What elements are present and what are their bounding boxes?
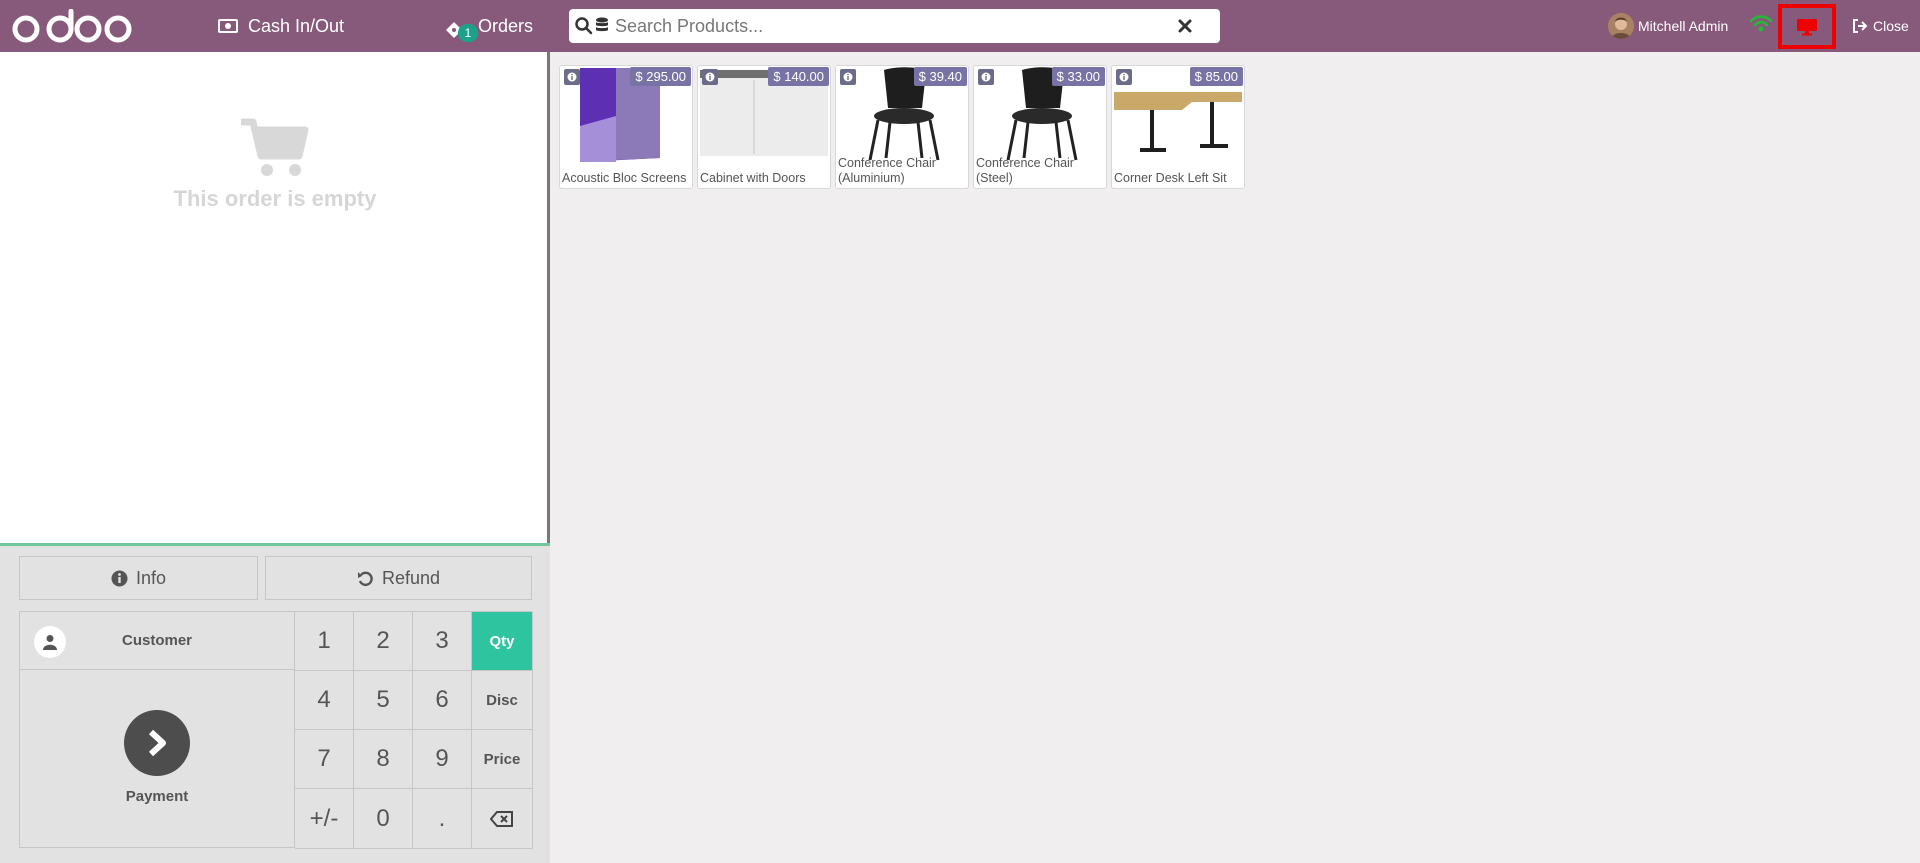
info-circle-icon bbox=[111, 570, 128, 586]
product-price: $ 33.00 bbox=[1051, 67, 1105, 86]
product-card[interactable]: $ 295.00 Acoustic Bloc Screens bbox=[559, 65, 693, 189]
chevron-right-icon bbox=[124, 709, 190, 776]
empty-order-text: This order is empty bbox=[173, 186, 377, 211]
numpad: 1 2 3 Qty 4 5 6 Disc 7 8 9 Price +/- 0 . bbox=[294, 611, 533, 849]
payment-label: Payment bbox=[125, 787, 189, 805]
numpad-mode-disc[interactable]: Disc bbox=[472, 671, 533, 730]
money-icon bbox=[218, 19, 238, 33]
customer-display-button[interactable] bbox=[1778, 4, 1836, 49]
product-name: Acoustic Bloc Screens bbox=[562, 171, 687, 185]
product-card[interactable]: $ 140.00 Cabinet with Doors bbox=[697, 65, 831, 189]
order-panel: This order is empty Info Refund Customer… bbox=[0, 52, 550, 863]
info-label: Info bbox=[135, 567, 167, 588]
customer-button[interactable]: Customer bbox=[20, 612, 294, 670]
info-icon[interactable] bbox=[1116, 69, 1132, 85]
product-search-bar bbox=[569, 9, 1220, 43]
product-name: Conference Chair (Aluminium) bbox=[838, 156, 936, 185]
product-name: Conference Chair (Steel) bbox=[976, 156, 1074, 185]
sign-out-icon bbox=[1853, 19, 1868, 33]
orders-count-badge: 1 bbox=[458, 24, 478, 42]
close-button[interactable]: Close bbox=[1852, 0, 1909, 52]
numpad-key-0[interactable]: 0 bbox=[354, 789, 413, 849]
numpad-key-plus-minus[interactable]: +/- bbox=[295, 789, 354, 849]
search-input[interactable] bbox=[615, 15, 1175, 37]
refund-button[interactable]: Refund bbox=[265, 556, 532, 600]
numpad-mode-price[interactable]: Price bbox=[472, 730, 533, 789]
monitor-icon bbox=[1797, 18, 1817, 35]
info-icon[interactable] bbox=[564, 69, 580, 85]
info-icon[interactable] bbox=[702, 69, 718, 85]
user-name: Mitchell Admin bbox=[1638, 18, 1729, 34]
undo-icon bbox=[357, 571, 373, 586]
numpad-key-2[interactable]: 2 bbox=[354, 612, 413, 671]
top-bar: Cash In/Out 1 Orders Mitchell Admin Clos… bbox=[0, 0, 1920, 52]
empty-order-message: This order is empty bbox=[0, 118, 550, 212]
numpad-key-decimal[interactable]: . bbox=[413, 789, 472, 849]
ticket-icon: 1 bbox=[444, 14, 478, 42]
numpad-key-6[interactable]: 6 bbox=[413, 671, 472, 730]
shopping-cart-icon bbox=[241, 118, 309, 176]
avatar bbox=[1608, 13, 1634, 39]
cash-in-out-label: Cash In/Out bbox=[248, 15, 345, 36]
product-card[interactable]: $ 85.00 Corner Desk Left Sit bbox=[1111, 65, 1245, 189]
customer-label: Customer bbox=[121, 632, 192, 649]
orders-button[interactable]: 1 Orders bbox=[444, 0, 533, 52]
product-name: Cabinet with Doors bbox=[700, 171, 806, 185]
numpad-key-1[interactable]: 1 bbox=[295, 612, 354, 671]
numpad-key-9[interactable]: 9 bbox=[413, 730, 472, 789]
clear-search-icon[interactable] bbox=[1176, 17, 1194, 35]
info-button[interactable]: Info bbox=[19, 556, 258, 600]
user-icon bbox=[34, 626, 66, 658]
numpad-key-4[interactable]: 4 bbox=[295, 671, 354, 730]
info-icon[interactable] bbox=[978, 69, 994, 85]
search-icon bbox=[575, 17, 593, 35]
orders-label: Orders bbox=[478, 15, 534, 36]
product-price: $ 295.00 bbox=[630, 67, 691, 86]
numpad-mode-qty[interactable]: Qty bbox=[472, 612, 533, 671]
cash-in-out-button[interactable]: Cash In/Out bbox=[218, 0, 344, 52]
product-card[interactable]: $ 33.00 Conference Chair (Steel) bbox=[973, 65, 1107, 189]
payment-button[interactable]: Payment bbox=[20, 671, 294, 847]
product-name: Corner Desk Left Sit bbox=[1114, 171, 1227, 185]
backspace-icon bbox=[490, 810, 513, 827]
numpad-key-5[interactable]: 5 bbox=[354, 671, 413, 730]
product-card[interactable]: $ 39.40 Conference Chair (Aluminium) bbox=[835, 65, 969, 189]
info-icon[interactable] bbox=[840, 69, 856, 85]
product-price: $ 85.00 bbox=[1189, 67, 1243, 86]
close-label: Close bbox=[1873, 18, 1909, 34]
odoo-logo[interactable] bbox=[10, 9, 134, 45]
control-panel: Info Refund Customer Payment 1 2 3 Qty 4… bbox=[0, 543, 550, 863]
refund-label: Refund bbox=[381, 567, 441, 588]
numpad-key-8[interactable]: 8 bbox=[354, 730, 413, 789]
database-icon bbox=[596, 17, 608, 32]
numpad-key-7[interactable]: 7 bbox=[295, 730, 354, 789]
numpad-backspace[interactable] bbox=[472, 789, 533, 849]
product-price: $ 140.00 bbox=[768, 67, 829, 86]
user-menu[interactable]: Mitchell Admin bbox=[1608, 0, 1728, 52]
product-price: $ 39.40 bbox=[913, 67, 967, 86]
product-list: $ 295.00 Acoustic Bloc Screens $ 140.00 … bbox=[553, 52, 1920, 863]
action-pad: Customer Payment bbox=[19, 611, 295, 848]
wifi-icon[interactable] bbox=[1750, 14, 1772, 34]
numpad-key-3[interactable]: 3 bbox=[413, 612, 472, 671]
